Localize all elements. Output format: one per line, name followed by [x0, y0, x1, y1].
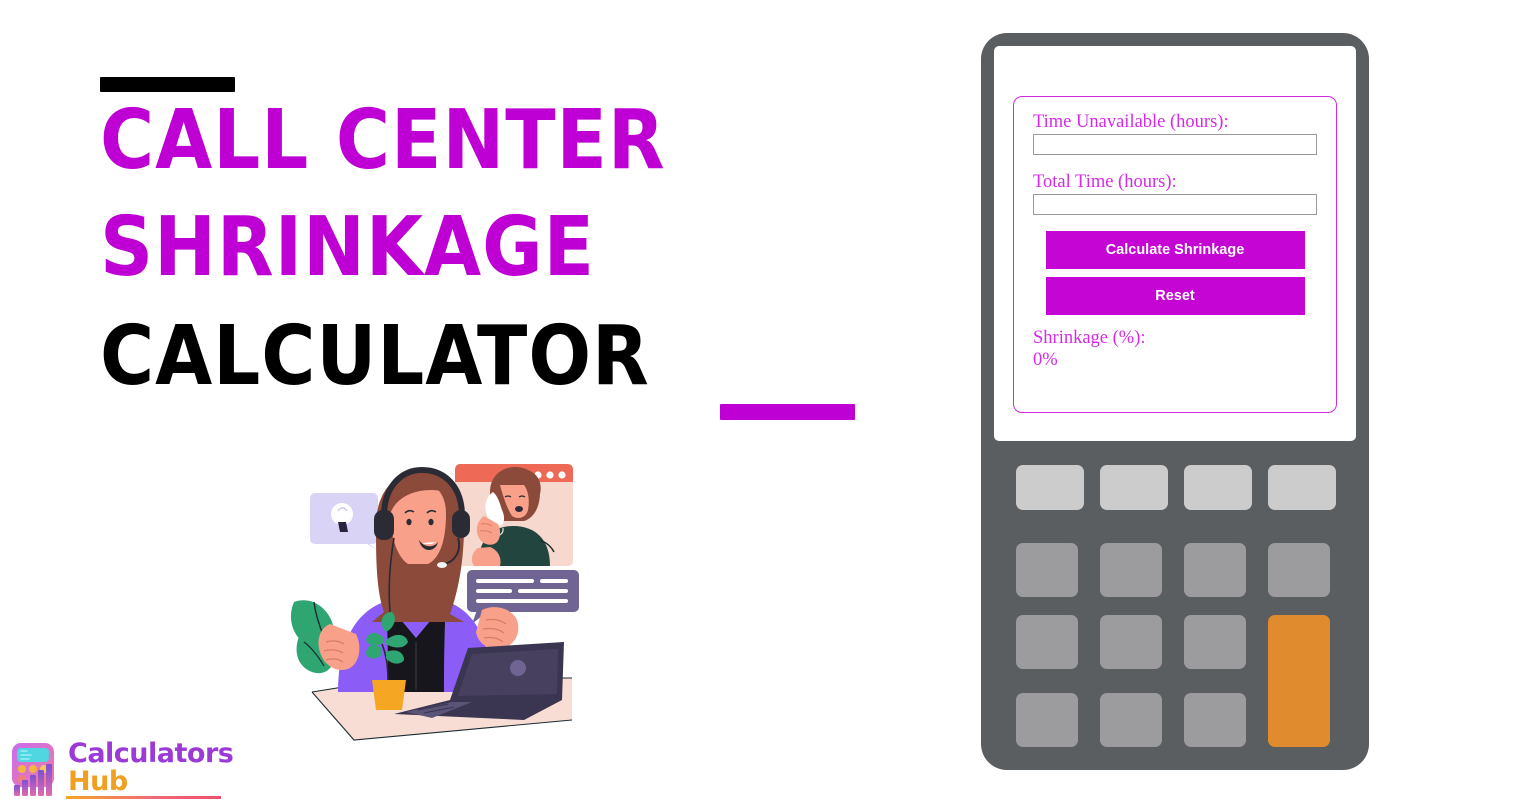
keypad-key-r2c4[interactable]	[1268, 543, 1330, 597]
keypad-key-r2c1[interactable]	[1016, 543, 1078, 597]
keypad-key-r3c1[interactable]	[1016, 615, 1078, 669]
title-block: Call Center Shrinkage Calculator	[0, 0, 940, 440]
keypad-key-r2c2[interactable]	[1100, 543, 1162, 597]
calculator-bars-logo-icon	[8, 740, 66, 798]
calculator-keypad	[996, 458, 1354, 758]
logo-text-hub: Hub	[68, 766, 128, 797]
keypad-key-r1c3[interactable]	[1184, 465, 1252, 510]
shrinkage-calculator-form: Time Unavailable (hours): Total Time (ho…	[1013, 96, 1337, 413]
page-title-line-2: Shrinkage	[100, 200, 596, 295]
shrinkage-result-value: 0%	[1033, 349, 1058, 370]
title-bottom-rule	[720, 404, 855, 420]
time-unavailable-label: Time Unavailable (hours):	[1033, 112, 1229, 132]
video-call-window	[455, 464, 573, 566]
logo-text-calculators: Calculators	[68, 738, 234, 769]
page-title-line-3: Calculator	[100, 309, 650, 404]
calculator-device: Time Unavailable (hours): Total Time (ho…	[981, 33, 1369, 770]
keypad-key-r1c2[interactable]	[1100, 465, 1168, 510]
keypad-key-r3c3[interactable]	[1184, 615, 1246, 669]
calculator-screen: Time Unavailable (hours): Total Time (ho…	[994, 46, 1356, 441]
reset-button[interactable]: Reset	[1045, 277, 1305, 316]
title-top-rule	[100, 77, 235, 92]
keypad-key-equals[interactable]	[1268, 615, 1330, 747]
page-title-line-1: Call Center	[100, 93, 666, 188]
calculators-hub-logo[interactable]: Calculators Hub	[8, 738, 234, 800]
calculate-shrinkage-button[interactable]: Calculate Shrinkage	[1045, 231, 1305, 270]
time-unavailable-input[interactable]	[1033, 134, 1317, 156]
shrinkage-result-label: Shrinkage (%):	[1033, 328, 1146, 349]
total-time-input[interactable]	[1033, 194, 1317, 216]
keypad-key-r4c2[interactable]	[1100, 693, 1162, 747]
keypad-key-r1c1[interactable]	[1016, 465, 1084, 510]
logo-wordmark: Calculators Hub	[68, 738, 234, 798]
keypad-key-r4c1[interactable]	[1016, 693, 1078, 747]
shrinkage-result-block: Shrinkage (%): 0%	[1033, 328, 1317, 371]
keypad-key-r4c3[interactable]	[1184, 693, 1246, 747]
keypad-key-r3c2[interactable]	[1100, 615, 1162, 669]
logo-underline	[66, 796, 221, 799]
keypad-key-r2c3[interactable]	[1184, 543, 1246, 597]
total-time-label: Total Time (hours):	[1033, 172, 1177, 193]
call-center-agent-illustration	[272, 452, 582, 764]
keypad-key-r1c4[interactable]	[1268, 465, 1336, 510]
idea-speech-bubble	[310, 493, 378, 551]
